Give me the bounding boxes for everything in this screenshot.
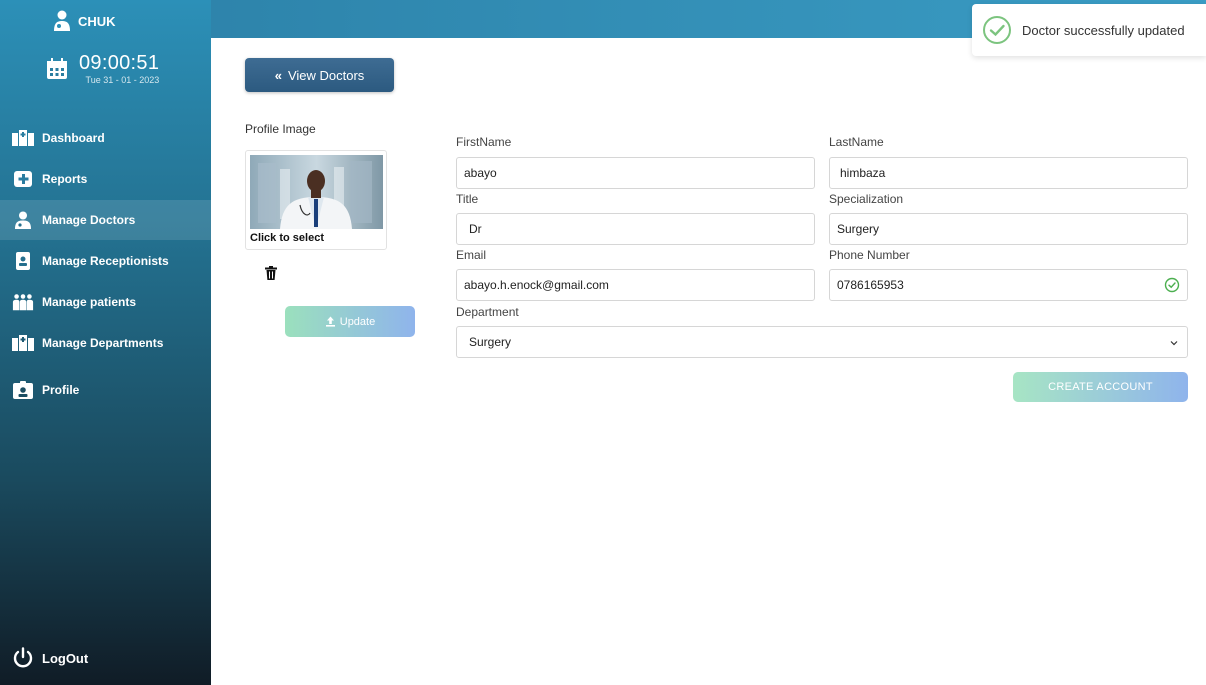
sidebar-item-profile[interactable]: Profile <box>0 370 211 410</box>
view-doctors-button[interactable]: « View Doctors <box>245 58 394 92</box>
profile-image-picker[interactable]: Click to select <box>245 150 387 250</box>
sidebar-item-label: Manage Receptionists <box>42 254 169 268</box>
doctor-logo-icon <box>54 10 70 31</box>
doctor-photo <box>250 155 383 229</box>
lastname-label: LastName <box>829 135 884 149</box>
hospital-icon <box>12 334 34 352</box>
department-select[interactable]: Surgery <box>456 326 1188 358</box>
department-label: Department <box>456 305 519 319</box>
firstname-label: FirstName <box>456 135 512 149</box>
chevron-down-icon <box>1170 341 1178 346</box>
update-label: Update <box>339 315 376 328</box>
logout-button[interactable]: LogOut <box>12 647 88 669</box>
doctor-icon <box>12 211 34 229</box>
toast-message: Doctor successfully updated <box>1022 22 1185 38</box>
title-label: Title <box>456 192 479 206</box>
double-chevron-left-icon: « <box>274 67 282 83</box>
sidebar-item-label: Reports <box>42 172 88 186</box>
sidebar-item-dashboard[interactable]: Dashboard <box>0 118 211 158</box>
check-circle-icon <box>1164 277 1180 293</box>
medical-report-icon <box>12 170 34 188</box>
sidebar-item-manage-departments[interactable]: Manage Departments <box>0 323 211 363</box>
lastname-input[interactable]: himbaza <box>829 157 1188 189</box>
click-to-select-label: Click to select <box>250 232 324 244</box>
clock: 09:00:51 Tue 31 - 01 - 2023 <box>45 52 159 85</box>
people-group-icon <box>12 293 34 311</box>
specialization-label: Specialization <box>829 192 904 206</box>
department-value: Surgery <box>469 335 512 349</box>
create-account-button[interactable]: CREATE ACCOUNT <box>1013 372 1188 402</box>
profile-image-label: Profile Image <box>245 122 316 136</box>
title-input[interactable]: Dr <box>456 213 815 245</box>
email-label: Email <box>456 248 487 262</box>
sidebar-item-manage-patients[interactable]: Manage patients <box>0 282 211 322</box>
update-button[interactable]: Update <box>285 306 415 337</box>
phone-input[interactable]: 0786165953 <box>829 269 1188 301</box>
id-badge-icon <box>12 252 34 270</box>
phone-label: Phone Number <box>829 248 910 262</box>
brand-name: CHUK <box>78 13 116 29</box>
sidebar-item-reports[interactable]: Reports <box>0 159 211 199</box>
specialization-input[interactable]: Surgery <box>829 213 1188 245</box>
sidebar-item-label: Dashboard <box>42 131 105 145</box>
sidebar-item-label: Manage Departments <box>42 336 164 350</box>
sidebar-item-manage-receptionists[interactable]: Manage Receptionists <box>0 241 211 281</box>
view-doctors-label: View Doctors <box>287 67 365 83</box>
sidebar-item-manage-doctors[interactable]: Manage Doctors <box>0 200 211 240</box>
success-toast: Doctor successfully updated <box>972 4 1206 56</box>
check-circle-icon <box>983 16 1011 44</box>
clock-time: 09:00:51 <box>79 52 160 74</box>
firstname-input[interactable]: abayo <box>456 157 815 189</box>
email-input[interactable]: abayo.h.enock@gmail.com <box>456 269 815 301</box>
logout-label: LogOut <box>42 650 89 666</box>
upload-icon <box>325 316 335 327</box>
sidebar-item-label: Manage Doctors <box>42 213 136 227</box>
sidebar-item-label: Profile <box>42 383 80 397</box>
power-icon <box>13 647 33 668</box>
trash-icon[interactable] <box>265 266 277 280</box>
sidebar-item-label: Manage patients <box>42 295 137 309</box>
clock-date: Tue 31 - 01 - 2023 <box>85 75 160 85</box>
id-card-icon <box>12 381 34 399</box>
phone-value: 0786165953 <box>837 278 904 292</box>
brand[interactable]: CHUK <box>52 10 116 32</box>
hospital-icon <box>12 129 34 147</box>
sidebar: CHUK 09:00:51 Tue 31 - 01 - 2023 Dashboa… <box>0 0 211 685</box>
calendar-icon <box>47 57 67 79</box>
